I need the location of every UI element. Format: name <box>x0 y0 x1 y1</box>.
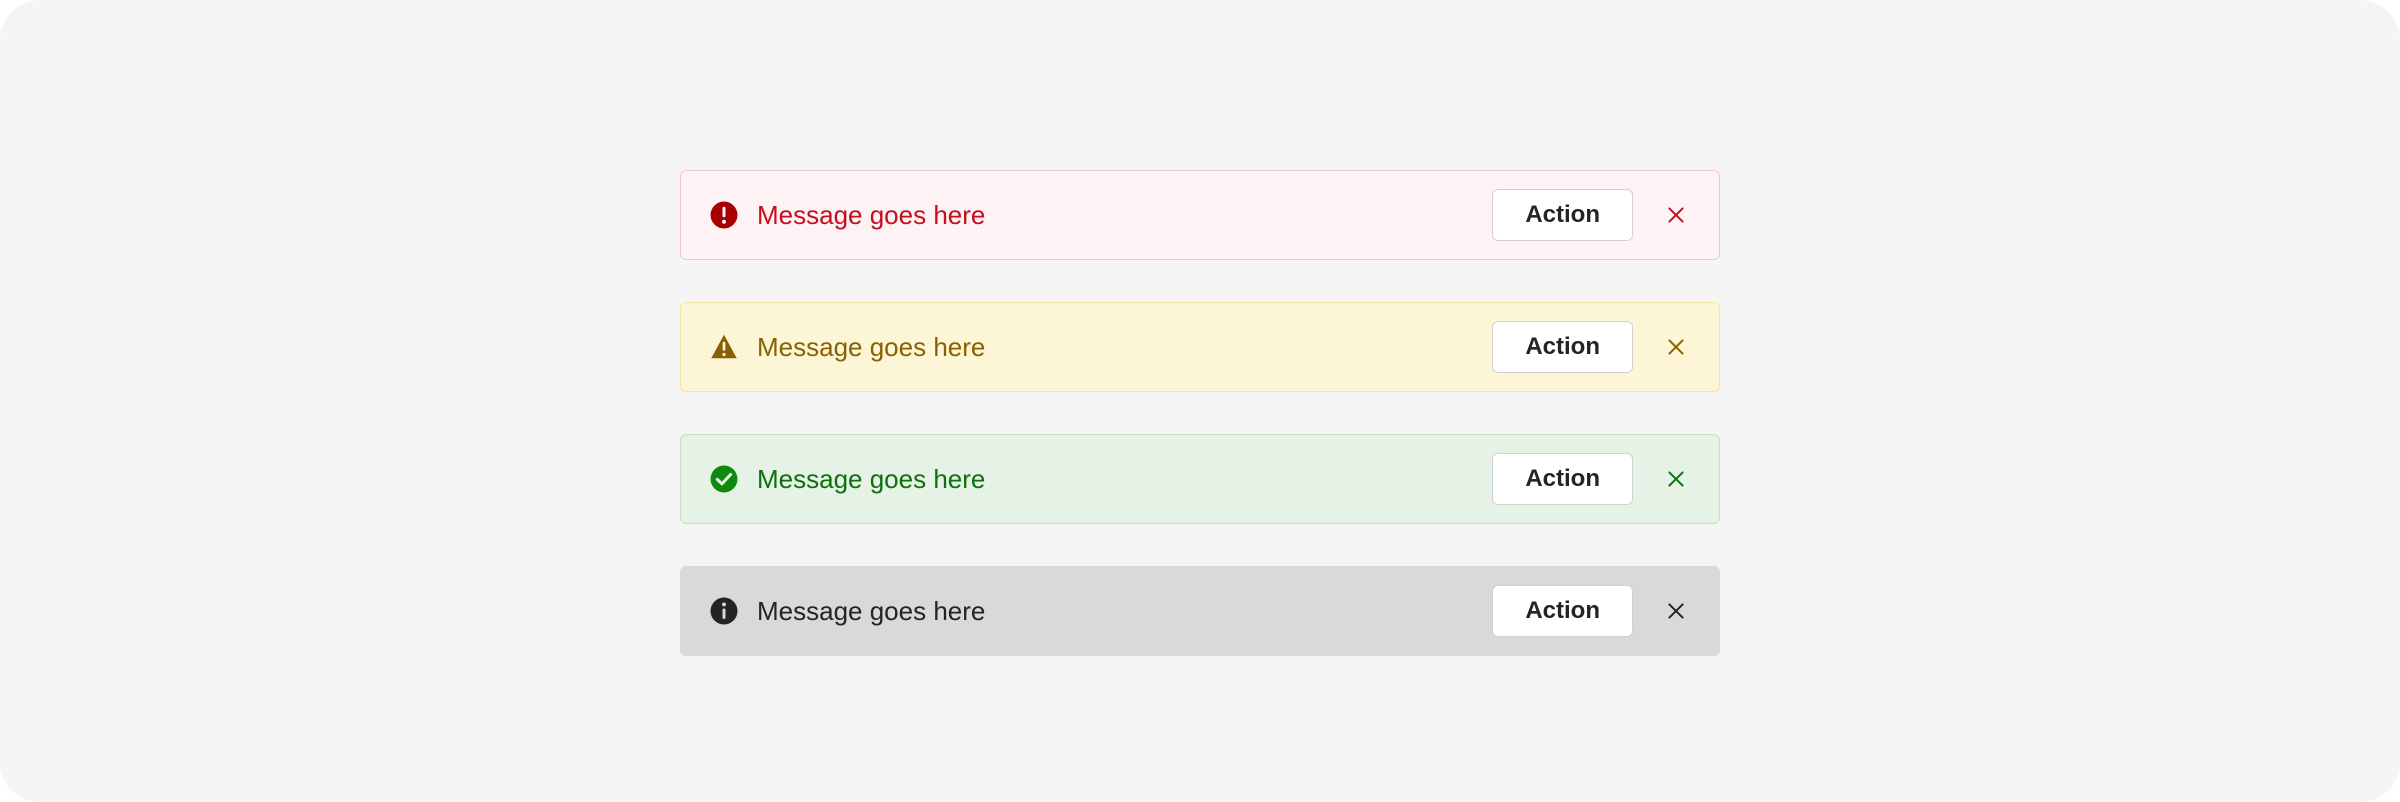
alert-message: Message goes here <box>757 332 1492 363</box>
alert-action-button[interactable]: Action <box>1492 321 1633 373</box>
alert-success: Message goes here Action <box>680 434 1720 524</box>
close-icon <box>1665 600 1687 622</box>
alert-close-button[interactable] <box>1661 464 1691 494</box>
alert-action-button[interactable]: Action <box>1492 189 1633 241</box>
alert-warning: Message goes here Action <box>680 302 1720 392</box>
alert-close-button[interactable] <box>1661 200 1691 230</box>
close-icon <box>1665 468 1687 490</box>
info-circle-icon <box>709 596 739 626</box>
alert-error: Message goes here Action <box>680 170 1720 260</box>
alert-message: Message goes here <box>757 596 1492 627</box>
alert-action-button[interactable]: Action <box>1492 453 1633 505</box>
alert-info: Message goes here Action <box>680 566 1720 656</box>
alert-message: Message goes here <box>757 200 1492 231</box>
alert-close-button[interactable] <box>1661 332 1691 362</box>
alert-action-button[interactable]: Action <box>1492 585 1633 637</box>
warning-triangle-icon <box>709 332 739 362</box>
alert-message: Message goes here <box>757 464 1492 495</box>
alert-close-button[interactable] <box>1661 596 1691 626</box>
close-icon <box>1665 204 1687 226</box>
close-icon <box>1665 336 1687 358</box>
example-frame: Message goes here Action Message goes he… <box>0 0 2400 802</box>
error-circle-icon <box>709 200 739 230</box>
check-circle-icon <box>709 464 739 494</box>
